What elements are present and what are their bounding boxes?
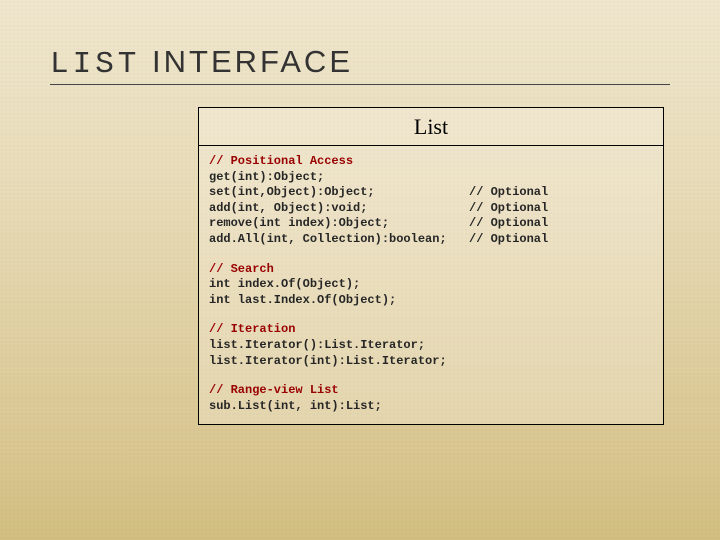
code-line: add.All(int, Collection):boolean; xyxy=(209,232,469,248)
spacer xyxy=(209,369,653,383)
code-line: remove(int index):Object; xyxy=(209,216,469,232)
slide: LIST INTERFACE List // Positional Access… xyxy=(0,0,720,540)
section-heading-iteration: // Iteration xyxy=(209,322,653,338)
code-line: list.Iterator():List.Iterator; xyxy=(209,338,653,354)
section-heading-range: // Range-view List xyxy=(209,383,653,399)
box-body: // Positional Access get(int):Object; se… xyxy=(199,146,663,424)
code-line: set(int,Object):Object; xyxy=(209,185,469,201)
code-line: list.Iterator(int):List.Iterator; xyxy=(209,354,653,370)
spacer xyxy=(209,308,653,322)
slide-title: LIST INTERFACE xyxy=(50,44,670,82)
box-header: List xyxy=(199,108,663,146)
interface-box: List // Positional Access get(int):Objec… xyxy=(198,107,664,425)
code-line: add(int, Object):void; xyxy=(209,201,469,217)
code-row: get(int):Object; xyxy=(209,170,653,186)
code-line: int index.Of(Object); xyxy=(209,277,653,293)
code-row: add.All(int, Collection):boolean; // Opt… xyxy=(209,232,653,248)
spacer xyxy=(209,248,653,262)
section-heading-positional: // Positional Access xyxy=(209,154,653,170)
section-heading-search: // Search xyxy=(209,262,653,278)
code-line: get(int):Object; xyxy=(209,170,469,186)
code-row: add(int, Object):void; // Optional xyxy=(209,201,653,217)
title-underline xyxy=(50,84,670,85)
code-row: remove(int index):Object; // Optional xyxy=(209,216,653,232)
code-line: sub.List(int, int):List; xyxy=(209,399,653,415)
code-line: int last.Index.Of(Object); xyxy=(209,293,653,309)
title-rest: INTERFACE xyxy=(140,44,353,79)
code-annotation: // Optional xyxy=(469,216,548,232)
code-row: set(int,Object):Object; // Optional xyxy=(209,185,653,201)
code-annotation: // Optional xyxy=(469,232,548,248)
code-annotation: // Optional xyxy=(469,201,548,217)
title-code-part: LIST xyxy=(50,47,140,82)
code-annotation: // Optional xyxy=(469,185,548,201)
